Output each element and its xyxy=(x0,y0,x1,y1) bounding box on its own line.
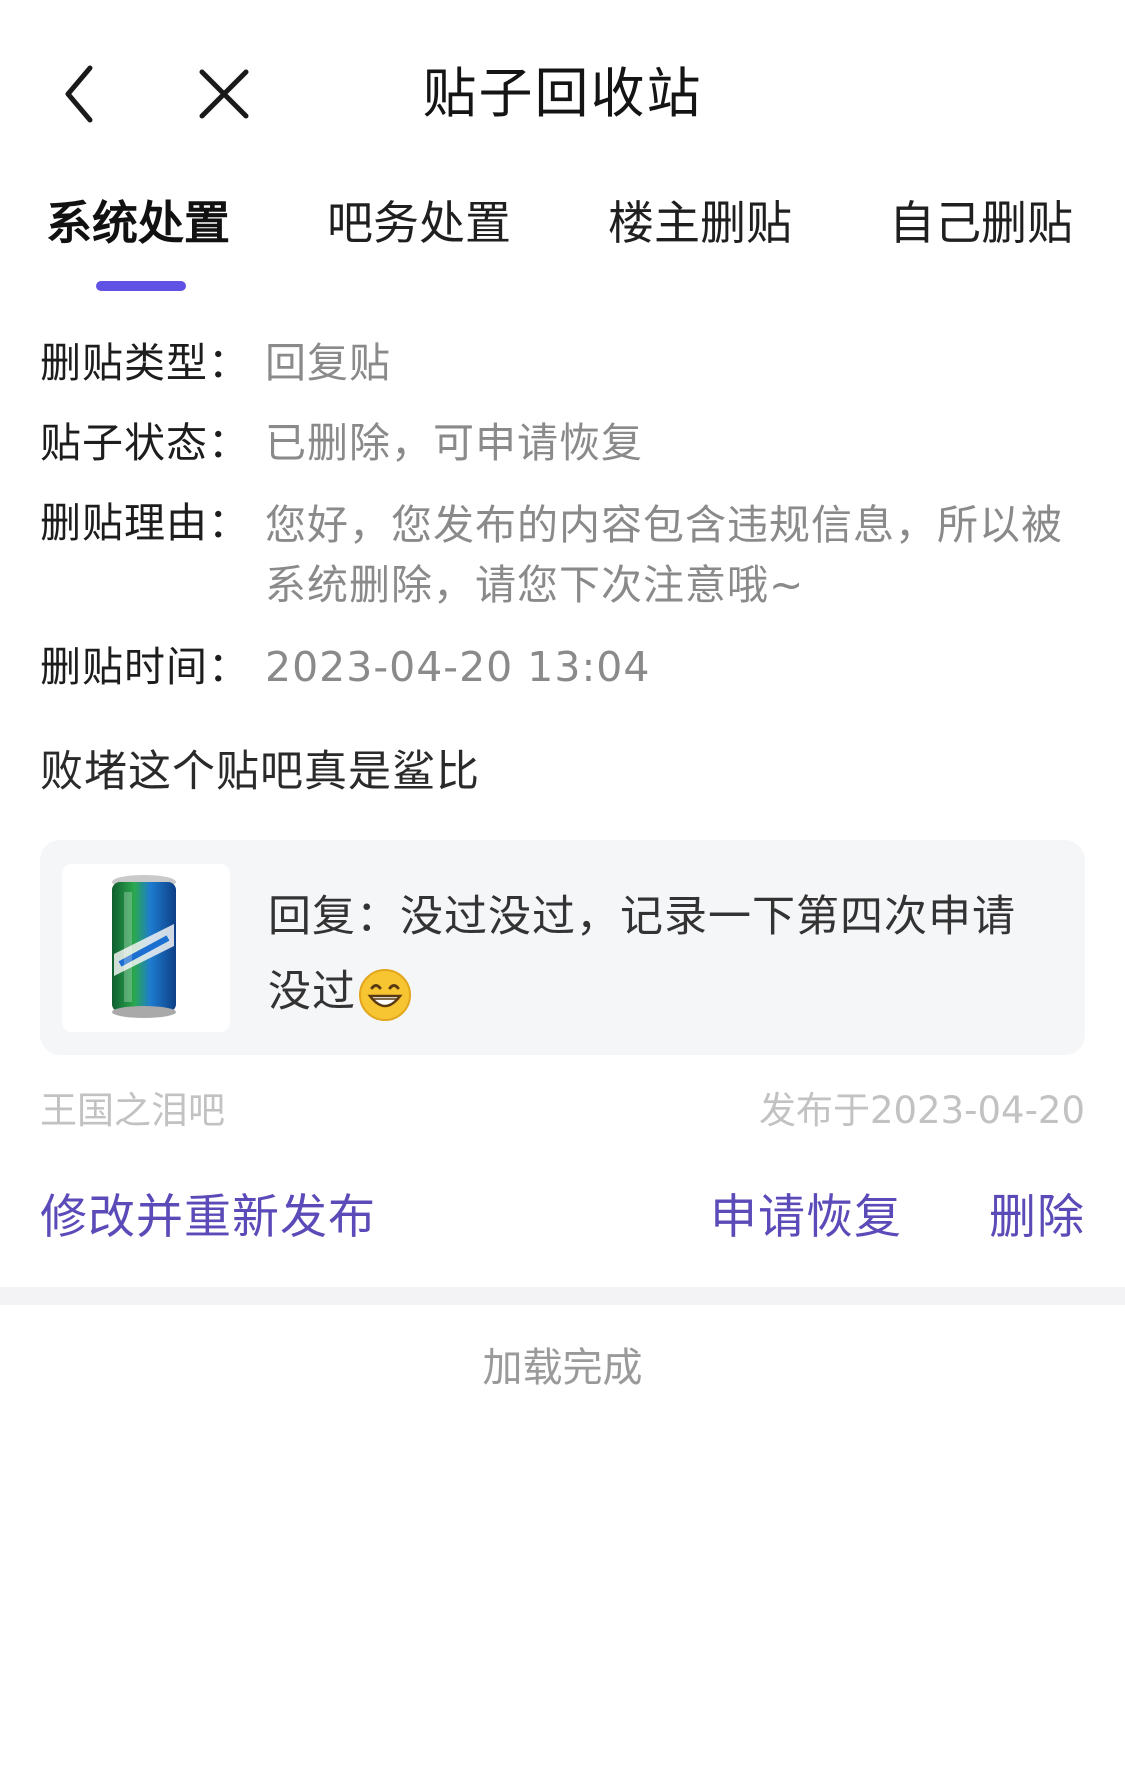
active-tab-indicator xyxy=(96,281,186,291)
load-complete-text: 加载完成 xyxy=(482,1345,643,1391)
time-value: 2023-04-20 13:04 xyxy=(265,643,651,691)
reply-card[interactable]: 回复：没过没过，记录一下第四次申请没过 xyxy=(40,840,1085,1055)
edit-repost-button[interactable]: 修改并重新发布 xyxy=(40,1183,376,1253)
info-row-status: 贴子状态： 已删除，可申请恢复 xyxy=(40,415,1085,471)
header-bar: 贴子回收站 xyxy=(0,0,1125,190)
soda-can-image xyxy=(62,864,230,1032)
info-row-time: 删贴时间： 2023-04-20 13:04 xyxy=(40,639,1085,695)
delete-button[interactable]: 删除 xyxy=(989,1183,1085,1253)
deletion-info: 删贴类型： 回复贴 贴子状态： 已删除，可申请恢复 删贴理由： 您好，您发布的内… xyxy=(40,335,1085,719)
page-title: 贴子回收站 xyxy=(422,62,703,125)
forum-name[interactable]: 王国之泪吧 xyxy=(40,1085,225,1137)
reason-value: 您好，您发布的内容包含违规信息，所以被系统删除，请您下次注意哦~ xyxy=(265,501,1063,609)
post-title[interactable]: 败堵这个贴吧真是鲨比 xyxy=(40,742,480,802)
info-row-reason: 删贴理由： 您好，您发布的内容包含违规信息，所以被系统删除，请您下次注意哦~ xyxy=(40,495,1085,615)
type-value: 回复贴 xyxy=(265,339,391,387)
status-value: 已删除，可申请恢复 xyxy=(265,419,643,467)
tab-self-deleted[interactable]: 自己删贴 xyxy=(889,188,1073,258)
tab-op-deleted[interactable]: 楼主删贴 xyxy=(608,188,792,258)
apply-restore-button[interactable]: 申请恢复 xyxy=(710,1183,902,1253)
action-bar: 修改并重新发布 申请恢复 删除 xyxy=(40,1183,1085,1253)
reply-text: 回复：没过没过，记录一下第四次申请没过 xyxy=(268,880,1058,1030)
info-row-type: 删贴类型： 回复贴 xyxy=(40,335,1085,391)
reason-label: 删贴理由： xyxy=(40,499,250,547)
time-label: 删贴时间： xyxy=(40,643,250,691)
tab-forum-admin-disposal[interactable]: 吧务处置 xyxy=(327,188,511,258)
publish-date: 发布于2023-04-20 xyxy=(758,1089,1085,1132)
type-label: 删贴类型： xyxy=(40,339,250,387)
grinning-face-emoji xyxy=(359,968,411,1021)
section-divider xyxy=(0,1287,1125,1305)
post-meta: 王国之泪吧 发布于2023-04-20 xyxy=(40,1085,1085,1137)
tab-system-disposal[interactable]: 系统处置 xyxy=(46,188,230,258)
status-label: 贴子状态： xyxy=(40,419,250,467)
